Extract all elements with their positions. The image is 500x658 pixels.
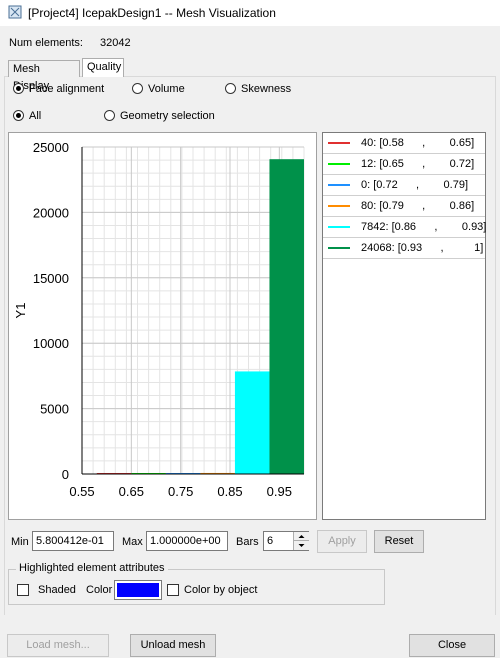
title-bar: [Project4] IcepakDesign1 -- Mesh Visuali… (0, 0, 500, 26)
shaded-label[interactable]: Shaded (38, 584, 76, 596)
radio-geometry-selection[interactable] (104, 110, 115, 121)
y-tick-label: 0 (62, 467, 69, 482)
legend-text: 7842: [0.86 , 0.93] (361, 221, 487, 233)
legend-swatch (328, 226, 350, 228)
color-by-object-label[interactable]: Color by object (184, 584, 257, 596)
spin-up-icon[interactable] (294, 532, 309, 541)
y-tick-label: 5000 (40, 402, 69, 417)
radio-skewness[interactable] (225, 83, 236, 94)
y-tick-label: 20000 (33, 205, 69, 220)
tab-quality[interactable]: Quality (82, 58, 124, 77)
max-label: Max (122, 536, 143, 548)
legend-swatch (328, 184, 350, 186)
x-tick-label: 0.85 (217, 484, 242, 499)
y-tick-label: 15000 (33, 271, 69, 286)
x-tick-label: 0.75 (168, 484, 193, 499)
legend-text: 40: [0.58 , 0.65] (361, 137, 475, 149)
histogram-svg: 0.55 0.65 0.75 0.85 0.95 0 5000 10000 15000 20000… (13, 140, 305, 499)
radio-geometry-selection-label[interactable]: Geometry selection (120, 110, 215, 122)
legend-item: 12: [0.65 , 0.72] (323, 154, 485, 175)
histogram-legend: 40: [0.58 , 0.65] 12: [0.65 , 0.72] 0: [… (322, 132, 486, 520)
x-tick-label: 0.65 (119, 484, 144, 499)
radio-skewness-label[interactable]: Skewness (241, 83, 291, 95)
radio-all-label[interactable]: All (29, 110, 41, 122)
highlight-group-label: Highlighted element attributes (16, 562, 168, 574)
color-swatch (117, 583, 159, 597)
color-picker-button[interactable] (114, 580, 162, 600)
apply-button[interactable]: Apply (317, 530, 367, 553)
radio-volume-label[interactable]: Volume (148, 83, 185, 95)
legend-swatch (328, 163, 350, 165)
legend-text: 80: [0.79 , 0.86] (361, 200, 475, 212)
legend-item: 80: [0.79 , 0.86] (323, 196, 485, 217)
histogram-bar (269, 159, 304, 474)
color-label: Color (86, 584, 113, 596)
legend-text: 24068: [0.93 , 1] (361, 242, 484, 254)
max-input[interactable]: 1.000000e+00 (146, 531, 228, 551)
spin-down-icon[interactable] (294, 541, 309, 550)
shaded-checkbox[interactable] (17, 584, 29, 596)
y-tick-label: 10000 (33, 336, 69, 351)
histogram-bar (234, 371, 270, 474)
legend-item: 0: [0.72 , 0.79] (323, 175, 485, 196)
radio-all[interactable] (13, 110, 24, 121)
close-button[interactable]: Close (409, 634, 495, 657)
app-icon (8, 5, 22, 19)
legend-item: 40: [0.58 , 0.65] (323, 133, 485, 154)
legend-swatch (328, 247, 350, 249)
x-tick-label: 0.55 (69, 484, 94, 499)
radio-face-alignment-label[interactable]: Face alignment (29, 83, 104, 95)
legend-text: 12: [0.65 , 0.72] (361, 158, 475, 170)
bars-spinner[interactable] (293, 532, 309, 550)
legend-swatch (328, 142, 350, 144)
num-elements-label: Num elements: (9, 37, 83, 49)
legend-text: 0: [0.72 , 0.79] (361, 179, 469, 191)
min-label: Min (11, 536, 29, 548)
min-input[interactable]: 5.800412e-01 (32, 531, 114, 551)
radio-face-alignment[interactable] (13, 83, 24, 94)
reset-button[interactable]: Reset (374, 530, 424, 553)
radio-volume[interactable] (132, 83, 143, 94)
num-elements-value: 32042 (100, 37, 131, 49)
histogram-chart: 0.55 0.65 0.75 0.85 0.95 0 5000 10000 15000 20000… (8, 132, 317, 520)
y-tick-label: 25000 (33, 140, 69, 155)
unload-mesh-button[interactable]: Unload mesh (130, 634, 216, 657)
bars-label: Bars (236, 536, 259, 548)
y-axis-label: Y1 (13, 303, 28, 319)
color-by-object-checkbox[interactable] (167, 584, 179, 596)
load-mesh-button[interactable]: Load mesh... (7, 634, 109, 657)
legend-item: 24068: [0.93 , 1] (323, 238, 485, 259)
legend-swatch (328, 205, 350, 207)
tab-mesh-display[interactable]: Mesh Display (8, 60, 80, 92)
window-title: [Project4] IcepakDesign1 -- Mesh Visuali… (28, 6, 276, 20)
x-tick-label: 0.95 (267, 484, 292, 499)
legend-item: 7842: [0.86 , 0.93] (323, 217, 487, 238)
